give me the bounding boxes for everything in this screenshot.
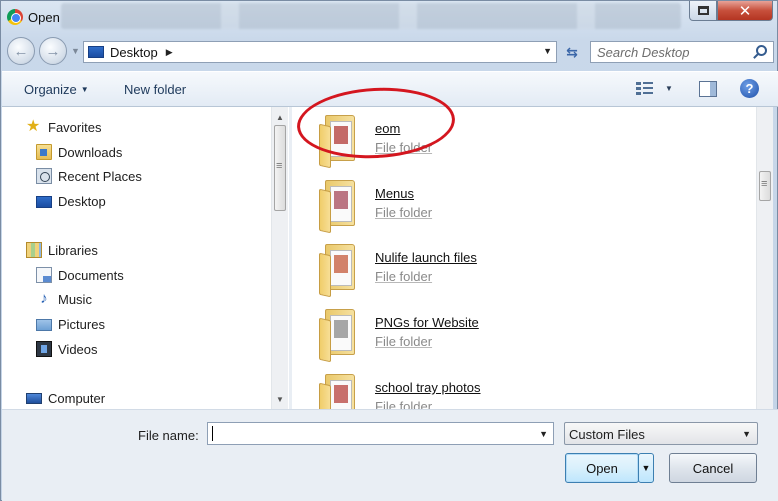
file-name-input[interactable] xyxy=(208,423,528,444)
file-type: File folder xyxy=(375,269,433,284)
scroll-up-icon[interactable]: ▲ xyxy=(272,109,288,125)
address-location[interactable]: Desktop xyxy=(110,45,158,60)
dialog-title: Open xyxy=(28,10,60,25)
desktop-icon xyxy=(88,46,104,58)
file-type: File folder xyxy=(375,334,433,349)
forward-arrow-icon: → xyxy=(45,42,61,60)
file-type-filter-value: Custom Files xyxy=(569,427,645,442)
nav-label: Videos xyxy=(58,341,98,357)
chrome-icon xyxy=(7,9,23,25)
search-input[interactable] xyxy=(597,42,747,62)
preview-pane-icon[interactable] xyxy=(699,81,717,97)
navigation-pane: ★ Favorites Downloads Recent Places Deskt… xyxy=(2,107,289,409)
list-item[interactable]: Nulife launch files File folder xyxy=(312,240,612,300)
open-button[interactable]: Open xyxy=(565,453,639,483)
help-icon[interactable]: ? xyxy=(740,79,759,98)
file-name[interactable]: Nulife launch files xyxy=(375,250,477,265)
nav-item-documents[interactable]: Documents xyxy=(36,265,124,285)
file-name[interactable]: Menus xyxy=(375,186,414,201)
nav-label: Recent Places xyxy=(58,168,142,184)
cancel-button[interactable]: Cancel xyxy=(669,453,757,483)
nav-item-pictures[interactable]: Pictures xyxy=(36,314,105,334)
star-icon: ★ xyxy=(26,118,41,135)
list-item[interactable]: PNGs for Website File folder xyxy=(312,305,612,365)
file-name-combobox[interactable]: ▼ xyxy=(207,422,554,445)
file-list-scrollbar[interactable] xyxy=(756,107,773,409)
chevron-down-icon: ▼ xyxy=(641,463,651,473)
nav-label: Desktop xyxy=(58,193,106,209)
scroll-down-icon[interactable]: ▼ xyxy=(272,391,288,407)
restore-button[interactable] xyxy=(689,1,717,21)
refresh-icon: ⇆ xyxy=(566,43,578,60)
back-button[interactable]: ← xyxy=(7,37,35,65)
recent-places-icon xyxy=(36,168,52,184)
restore-icon xyxy=(697,6,709,15)
change-view-icon[interactable] xyxy=(636,81,654,97)
documents-icon xyxy=(36,267,52,283)
view-options-dropdown-icon[interactable]: ▼ xyxy=(665,84,673,93)
nav-item-videos[interactable]: Videos xyxy=(36,339,98,359)
libraries-icon xyxy=(26,242,42,258)
list-item[interactable]: school tray photos File folder xyxy=(312,370,612,409)
address-dropdown-icon[interactable]: ▼ xyxy=(543,46,552,56)
search-icon[interactable] xyxy=(756,45,767,56)
nav-label: Pictures xyxy=(58,316,105,332)
close-button[interactable]: ✕ xyxy=(717,1,773,21)
scrollbar-thumb[interactable] xyxy=(759,171,771,201)
nav-label: Music xyxy=(58,291,92,307)
list-item[interactable]: Menus File folder xyxy=(312,176,612,236)
folder-icon xyxy=(317,309,357,363)
open-dialog: Open ✕ ← → ▼ Desktop ▶ ▼ ⇆ Organize▼ New… xyxy=(0,0,778,501)
pictures-icon xyxy=(36,319,52,331)
file-type: File folder xyxy=(375,399,433,409)
file-name-label: File name: xyxy=(138,428,199,443)
nav-item-recent-places[interactable]: Recent Places xyxy=(36,166,142,186)
open-options-dropdown[interactable]: ▼ xyxy=(638,453,654,483)
search-box[interactable] xyxy=(590,41,774,63)
breadcrumb-chevron-icon[interactable]: ▶ xyxy=(166,47,173,58)
desktop-icon xyxy=(36,196,52,208)
organize-label: Organize xyxy=(24,82,77,97)
nav-item-desktop[interactable]: Desktop xyxy=(36,191,106,211)
nav-label: Documents xyxy=(58,267,124,283)
refresh-button[interactable]: ⇆ xyxy=(559,41,585,63)
videos-icon xyxy=(36,341,52,357)
chevron-down-icon: ▼ xyxy=(80,85,89,94)
navigation-scrollbar[interactable]: ▲ ▼ xyxy=(271,107,288,409)
back-arrow-icon: ← xyxy=(13,42,29,60)
background-browser-tabs xyxy=(61,3,681,29)
recent-locations-dropdown[interactable]: ▼ xyxy=(71,46,80,56)
file-name[interactable]: PNGs for Website xyxy=(375,315,479,330)
nav-label: Downloads xyxy=(58,144,123,160)
title-bar: Open ✕ xyxy=(1,1,777,35)
nav-item-music[interactable]: ♪ Music xyxy=(36,289,92,309)
chevron-down-icon: ▼ xyxy=(742,429,751,439)
nav-label: Favorites xyxy=(48,119,102,135)
nav-label: Computer xyxy=(48,390,106,406)
file-name-dropdown-icon[interactable]: ▼ xyxy=(539,429,548,439)
forward-button[interactable]: → xyxy=(39,37,67,65)
organize-button[interactable]: Organize ▼ xyxy=(24,82,89,97)
dialog-footer: File name: ▼ Custom Files ▼ Open ▼ Cance… xyxy=(2,409,778,501)
folder-icon xyxy=(317,244,357,298)
nav-item-downloads[interactable]: Downloads xyxy=(36,142,122,162)
nav-item-favorites[interactable]: ★ Favorites xyxy=(26,117,101,137)
nav-item-computer[interactable]: Computer xyxy=(26,388,105,408)
new-folder-button[interactable]: New folder xyxy=(124,82,186,97)
computer-icon xyxy=(26,393,42,404)
downloads-folder-icon xyxy=(36,144,52,160)
file-type: File folder xyxy=(375,205,433,220)
nav-label: Libraries xyxy=(48,242,98,258)
folder-icon xyxy=(317,180,357,234)
file-name[interactable]: school tray photos xyxy=(375,380,481,395)
music-icon: ♪ xyxy=(40,290,48,307)
text-cursor xyxy=(212,426,213,441)
file-type-filter[interactable]: Custom Files ▼ xyxy=(564,422,758,445)
folder-icon xyxy=(317,374,357,409)
address-bar[interactable]: Desktop ▶ ▼ xyxy=(83,41,557,63)
scrollbar-thumb[interactable] xyxy=(274,125,286,211)
nav-item-libraries[interactable]: Libraries xyxy=(26,240,98,260)
